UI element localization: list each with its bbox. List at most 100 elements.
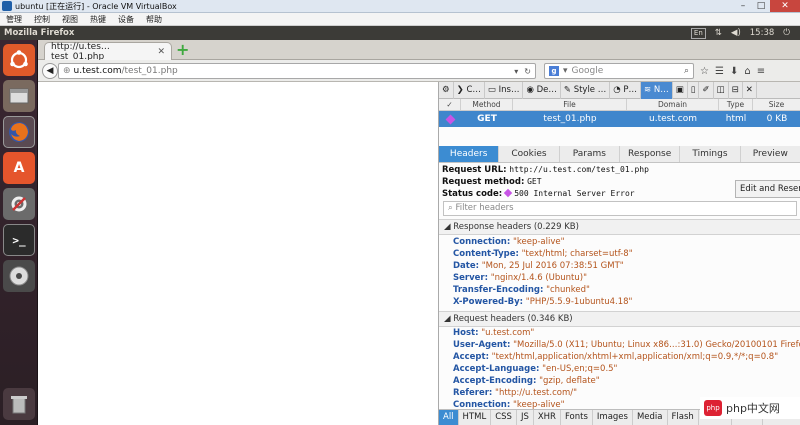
volume-icon[interactable]: ◀) xyxy=(731,28,741,38)
tab-cookies[interactable]: Cookies xyxy=(499,146,560,162)
scratchpad-icon[interactable]: ✐ xyxy=(699,81,714,99)
col-size[interactable]: Size xyxy=(753,99,800,110)
network-table-header: ✓ Method File Domain Type Size xyxy=(439,99,800,111)
filter-css[interactable]: CSS xyxy=(491,410,517,425)
tab-headers[interactable]: Headers xyxy=(439,146,500,162)
search-icon: ⌕ xyxy=(448,203,453,213)
site-watermark: php php中文网 xyxy=(700,397,800,419)
menu-icon[interactable]: ≡ xyxy=(757,66,765,77)
search-engine-dropdown-icon[interactable]: ▾ xyxy=(563,66,568,76)
request-headers-section[interactable]: ◢ Request headers (0.346 KB) xyxy=(439,311,800,327)
header-row: Referer: "http://u.test.com/" xyxy=(453,388,578,398)
vm-menu-bar: 管理 控制 视图 热键 设备 帮助 xyxy=(0,13,800,26)
tool-network[interactable]: ≋ N… xyxy=(641,81,673,99)
filter-headers-input[interactable]: ⌕ Filter headers xyxy=(443,201,797,216)
reload-icon[interactable]: ↻ xyxy=(524,67,531,76)
power-icon[interactable]: ⏻ xyxy=(783,28,790,38)
col-type[interactable]: Type xyxy=(719,99,753,110)
network-request-row[interactable]: GET test_01.php u.test.com html 0 KB xyxy=(439,111,800,127)
header-row: X-Powered-By: "PHP/5.5.9-1ubuntu4.18" xyxy=(453,297,633,307)
tab-preview[interactable]: Preview xyxy=(741,146,800,162)
header-row: Content-Type: "text/html; charset=utf-8" xyxy=(453,249,633,259)
filter-flash[interactable]: Flash xyxy=(668,410,699,425)
search-box[interactable]: g ▾ Google ⌕ xyxy=(544,63,694,79)
tool-inspector[interactable]: ▭ Ins… xyxy=(485,81,524,99)
menu-hotkeys[interactable]: 热键 xyxy=(84,13,112,26)
row-type: html xyxy=(725,114,747,124)
tab-timings[interactable]: Timings xyxy=(680,146,741,162)
search-icon[interactable]: ⌕ xyxy=(684,66,689,76)
menu-control[interactable]: 控制 xyxy=(28,13,56,26)
status-code: 500 Internal Server Error xyxy=(514,189,635,198)
filter-images[interactable]: Images xyxy=(593,410,633,425)
filter-js[interactable]: JS xyxy=(517,410,534,425)
header-row: User-Agent: "Mozilla/5.0 (X11; Ubuntu; L… xyxy=(453,340,800,350)
menu-help[interactable]: 帮助 xyxy=(140,13,168,26)
home-icon[interactable]: ⌂ xyxy=(744,66,750,77)
col-method[interactable]: Method xyxy=(461,99,513,110)
devtools-toolbar: ⚙ ❯ C… ▭ Ins… ◉ De… ✎ Style … ◔ P… ≋ N… … xyxy=(439,81,800,99)
close-tab-icon[interactable]: ✕ xyxy=(157,47,165,57)
transfer-icon[interactable]: ⇅ xyxy=(715,28,722,38)
col-domain[interactable]: Domain xyxy=(627,99,719,110)
software-center-icon[interactable]: A xyxy=(3,152,35,184)
tool-profiler[interactable]: ◔ P… xyxy=(610,81,642,99)
split-console-icon[interactable]: ▣ xyxy=(673,81,688,99)
files-icon[interactable] xyxy=(3,80,35,112)
dash-home-icon[interactable] xyxy=(3,44,35,76)
edit-and-resend-button[interactable]: Edit and Resend xyxy=(735,180,800,198)
url-host: u.test.com xyxy=(73,66,122,76)
menu-manage[interactable]: 管理 xyxy=(0,13,28,26)
expand-triangle-icon: ◢ xyxy=(444,222,451,232)
filter-html[interactable]: HTML xyxy=(459,410,492,425)
dropdown-arrow-icon[interactable]: ▾ xyxy=(514,67,518,76)
trash-icon[interactable] xyxy=(3,388,35,420)
tool-debugger[interactable]: ◉ De… xyxy=(523,81,561,99)
url-path: /test_01.php xyxy=(121,66,178,76)
downloads-icon[interactable]: ⬇ xyxy=(730,66,738,77)
clock[interactable]: 15:38 xyxy=(750,28,775,38)
devtools-settings-icon[interactable]: ⚙ xyxy=(439,81,454,99)
system-settings-icon[interactable] xyxy=(3,188,35,220)
dock-icon[interactable]: ⊟ xyxy=(729,81,743,99)
keyboard-layout-indicator[interactable]: En xyxy=(690,27,706,39)
filter-media[interactable]: Media xyxy=(633,410,668,425)
devtools-close-icon[interactable]: ✕ xyxy=(743,81,757,99)
tool-console[interactable]: ❯ C… xyxy=(454,81,485,99)
tab-response[interactable]: Response xyxy=(620,146,681,162)
bookmark-star-icon[interactable]: ☆ xyxy=(700,66,709,77)
firefox-icon[interactable] xyxy=(3,116,35,148)
terminal-icon[interactable]: >_ xyxy=(3,224,35,256)
col-status[interactable]: ✓ xyxy=(439,99,461,110)
tab-params[interactable]: Params xyxy=(560,146,620,162)
screenshot-icon[interactable]: ◫ xyxy=(714,81,729,99)
url-bar[interactable]: ⊕ u.test.com/test_01.php ▾ ↻ xyxy=(58,63,536,79)
header-row: Connection: "keep-alive" xyxy=(453,237,565,247)
header-row: Transfer-Encoding: "chunked" xyxy=(453,285,590,295)
minimize-button[interactable]: – xyxy=(734,0,752,12)
row-domain: u.test.com xyxy=(649,114,697,124)
back-button[interactable]: ◀ xyxy=(42,63,58,79)
status-diamond-icon xyxy=(503,188,513,198)
filter-all[interactable]: All xyxy=(439,410,459,425)
dvd-icon[interactable] xyxy=(3,260,35,292)
filter-xhr[interactable]: XHR xyxy=(534,410,561,425)
request-url: http://u.test.com/test_01.php xyxy=(509,165,649,174)
responsive-mode-icon[interactable]: ▯ xyxy=(688,81,700,99)
bookmarks-list-icon[interactable]: ☰ xyxy=(715,66,724,77)
globe-icon: ⊕ xyxy=(63,66,71,76)
maximize-button[interactable]: □ xyxy=(752,0,770,12)
google-engine-icon[interactable]: g xyxy=(549,66,559,76)
tab-strip: http://u.tes…test_01.php ✕ + xyxy=(38,40,800,62)
navigation-toolbar: ◀ ⊕ u.test.com/test_01.php ▾ ↻ g ▾ Google… xyxy=(38,60,800,82)
response-headers-section[interactable]: ◢ Response headers (0.229 KB) xyxy=(439,219,800,235)
col-file[interactable]: File xyxy=(513,99,627,110)
tool-style-editor[interactable]: ✎ Style … xyxy=(561,81,611,99)
row-method: GET xyxy=(477,114,497,124)
menu-devices[interactable]: 设备 xyxy=(112,13,140,26)
filter-fonts[interactable]: Fonts xyxy=(561,410,593,425)
tab-test-01[interactable]: http://u.tes…test_01.php ✕ xyxy=(44,42,172,62)
menu-view[interactable]: 视图 xyxy=(56,13,84,26)
new-tab-icon[interactable]: + xyxy=(176,42,190,58)
close-button[interactable]: ✕ xyxy=(770,0,800,12)
